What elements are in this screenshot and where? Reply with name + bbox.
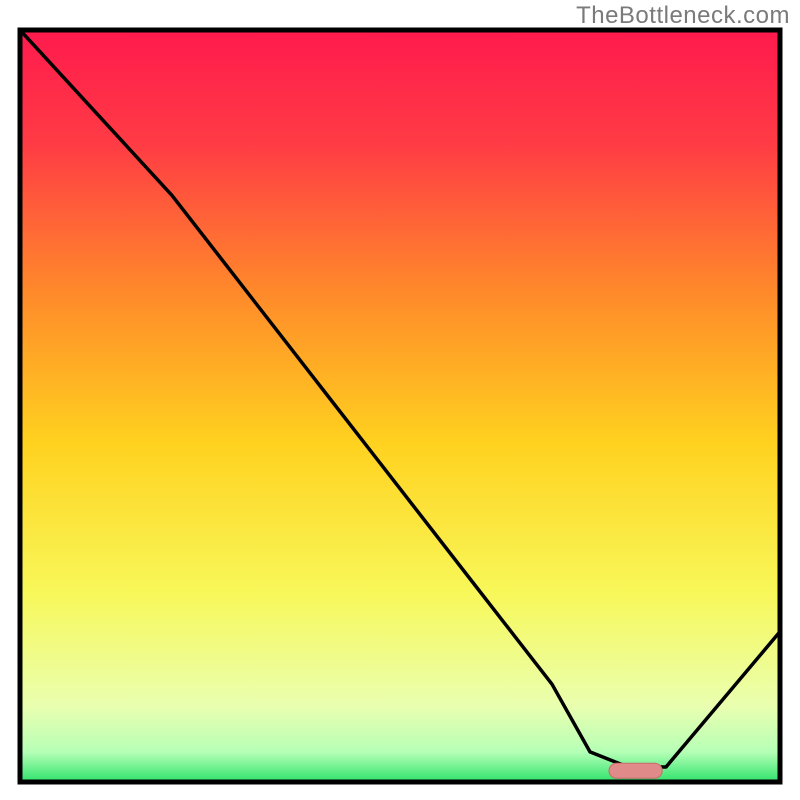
target-zone-marker bbox=[609, 763, 662, 778]
chart-svg bbox=[0, 0, 800, 800]
watermark-label: TheBottleneck.com bbox=[576, 2, 790, 30]
gradient-area bbox=[20, 30, 780, 782]
chart-frame: TheBottleneck.com bbox=[0, 0, 800, 800]
